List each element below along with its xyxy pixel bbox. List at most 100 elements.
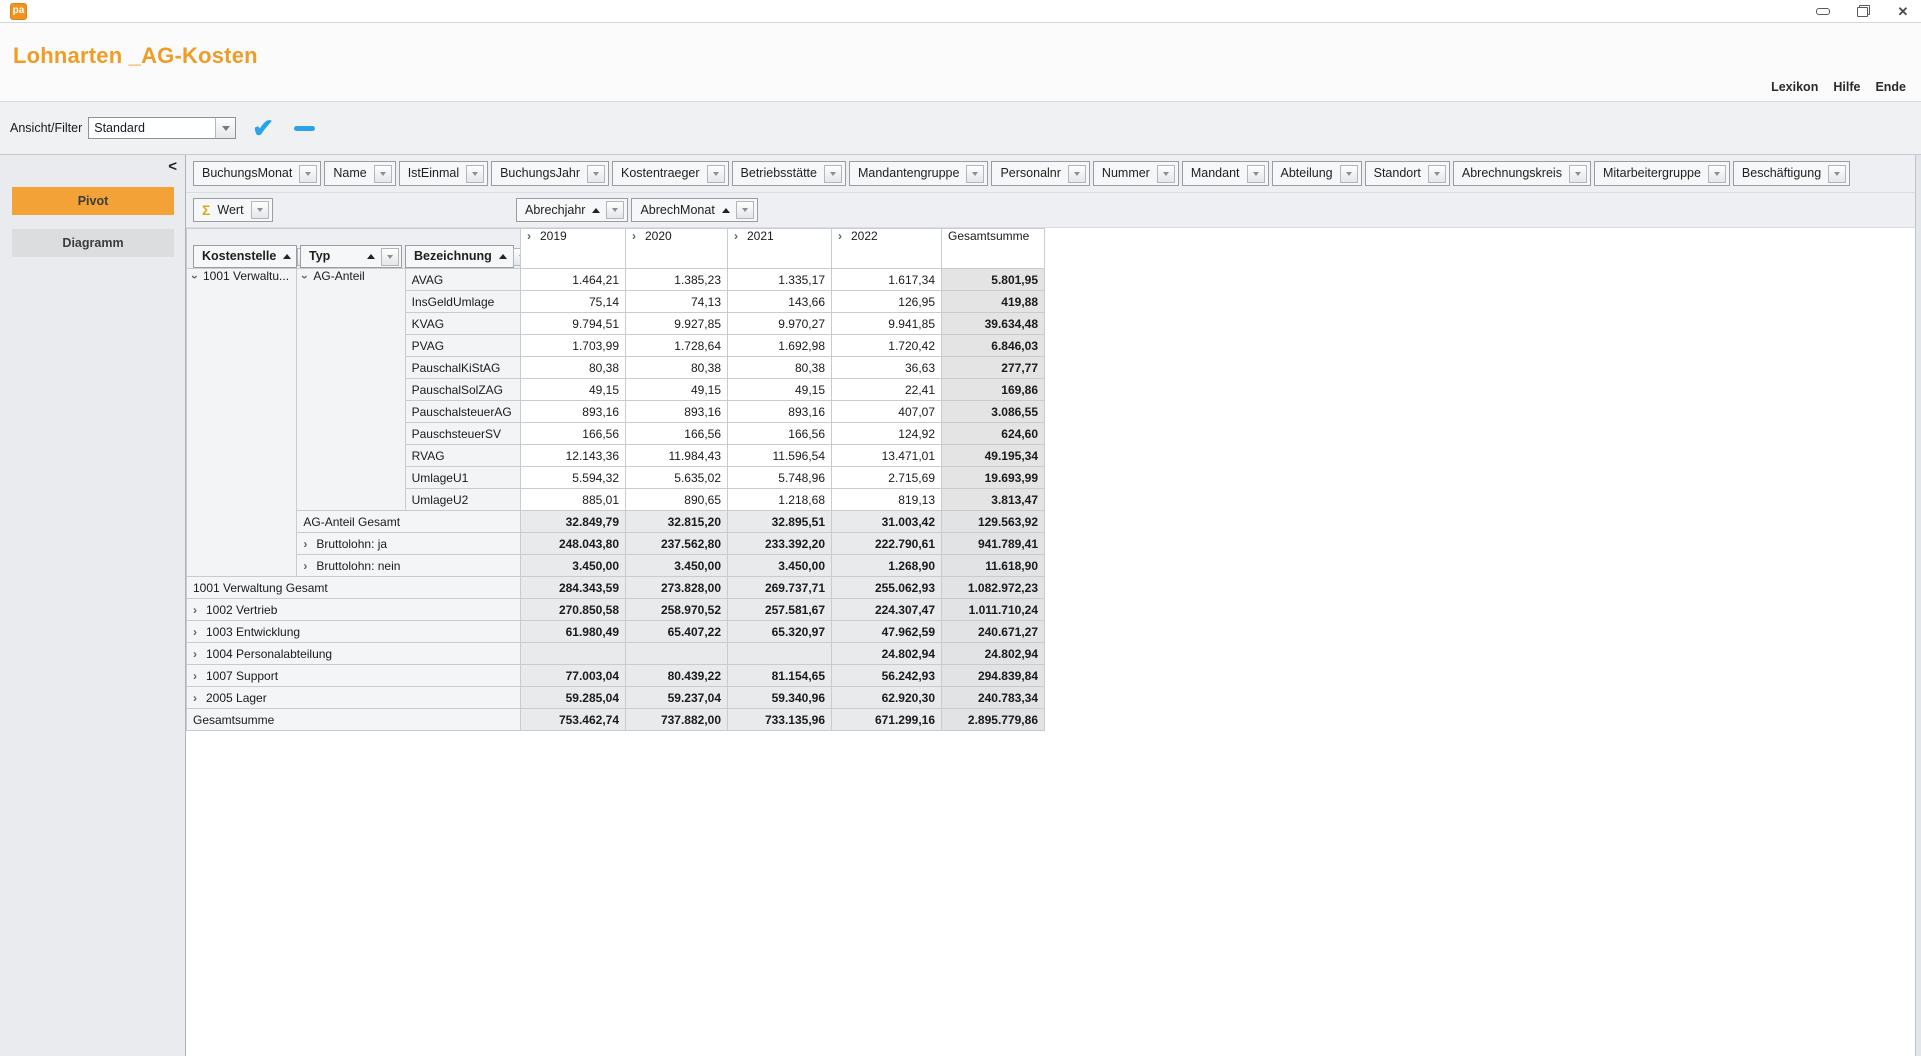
field-dropdown-icon[interactable]: [1569, 165, 1587, 183]
column-field-abrechjahr[interactable]: Abrechjahr: [516, 198, 628, 222]
filter-field-betriebsst-tte[interactable]: Betriebsstätte: [732, 161, 846, 186]
total-cell[interactable]: 624,60: [942, 423, 1045, 445]
value-cell[interactable]: 1.218,68: [728, 489, 832, 511]
row-label-cell[interactable]: PauschalsteuerAG: [405, 401, 520, 423]
summary-label-cell[interactable]: ›Bruttolohn: ja: [297, 533, 521, 555]
value-cell[interactable]: 284.343,59: [521, 577, 626, 599]
value-cell[interactable]: 11.596,54: [728, 445, 832, 467]
value-cell[interactable]: 49,15: [626, 379, 728, 401]
value-cell[interactable]: 1.728,64: [626, 335, 728, 357]
expand-chevron-icon[interactable]: ›: [193, 691, 197, 705]
value-cell[interactable]: 80.439,22: [626, 665, 728, 687]
restore-button[interactable]: [1855, 4, 1871, 18]
row-label-cell[interactable]: PVAG: [405, 335, 520, 357]
row-label-cell[interactable]: PauschalSolZAG: [405, 379, 520, 401]
value-cell[interactable]: 222.790,61: [832, 533, 942, 555]
value-cell[interactable]: 9.941,85: [832, 313, 942, 335]
lexikon-link[interactable]: Lexikon: [1771, 80, 1818, 94]
value-cell[interactable]: 143,66: [728, 291, 832, 313]
total-cell[interactable]: 129.563,92: [942, 511, 1045, 533]
expand-chevron-icon[interactable]: ›: [193, 647, 197, 661]
tab-diagramm[interactable]: Diagramm: [12, 229, 174, 257]
chevron-down-icon[interactable]: [215, 118, 235, 138]
expand-chevron-icon[interactable]: ›: [527, 229, 531, 243]
value-cell[interactable]: 270.850,58: [521, 599, 626, 621]
total-cell[interactable]: 6.846,03: [942, 335, 1045, 357]
value-cell[interactable]: 3.450,00: [521, 555, 626, 577]
value-cell[interactable]: 65.407,22: [626, 621, 728, 643]
value-cell[interactable]: 3.450,00: [626, 555, 728, 577]
filter-field-mandant[interactable]: Mandant: [1182, 161, 1269, 186]
value-cell[interactable]: 407,07: [832, 401, 942, 423]
value-cell[interactable]: 24.802,94: [832, 643, 942, 665]
summary-label-cell[interactable]: AG-Anteil Gesamt: [297, 511, 521, 533]
field-dropdown-icon[interactable]: [1828, 165, 1846, 183]
value-cell[interactable]: 12.143,36: [521, 445, 626, 467]
value-cell[interactable]: 1.385,23: [626, 269, 728, 291]
value-cell[interactable]: 1.617,34: [832, 269, 942, 291]
value-cell[interactable]: 65.320,97: [728, 621, 832, 643]
value-cell[interactable]: 233.392,20: [728, 533, 832, 555]
value-cell[interactable]: 893,16: [521, 401, 626, 423]
value-cell[interactable]: 248.043,80: [521, 533, 626, 555]
filter-field-mitarbeitergruppe[interactable]: Mitarbeitergruppe: [1594, 161, 1730, 186]
row-field-bezeichnung[interactable]: Bezeichnung: [405, 245, 514, 268]
row-label-cell[interactable]: RVAG: [405, 445, 520, 467]
summary-label-cell[interactable]: 1001 Verwaltung Gesamt: [187, 577, 521, 599]
filter-field-personalnr[interactable]: Personalnr: [991, 161, 1089, 186]
filter-field-mandantengruppe[interactable]: Mandantengruppe: [849, 161, 988, 186]
field-dropdown-icon[interactable]: [1068, 165, 1086, 183]
minimize-button[interactable]: [1815, 4, 1831, 18]
row-label-cell[interactable]: InsGeldUmlage: [405, 291, 520, 313]
filter-field-standort[interactable]: Standort: [1365, 161, 1450, 186]
value-cell[interactable]: 1.268,90: [832, 555, 942, 577]
value-cell[interactable]: 36,63: [832, 357, 942, 379]
value-cell[interactable]: 671.299,16: [832, 709, 942, 731]
column-field-abrechmonat[interactable]: AbrechMonat: [631, 198, 757, 222]
value-cell[interactable]: 893,16: [626, 401, 728, 423]
value-cell[interactable]: 80,38: [626, 357, 728, 379]
value-cell[interactable]: [521, 643, 626, 665]
filter-field-name[interactable]: Name: [324, 161, 395, 186]
value-cell[interactable]: 1.703,99: [521, 335, 626, 357]
row-label-cell[interactable]: AVAG: [405, 269, 520, 291]
summary-label-cell[interactable]: ›1002 Vertrieb: [187, 599, 521, 621]
value-cell[interactable]: 237.562,80: [626, 533, 728, 555]
value-cell[interactable]: 1.692,98: [728, 335, 832, 357]
row-field-kostenstelle[interactable]: Kostenstelle: [193, 245, 297, 268]
hilfe-link[interactable]: Hilfe: [1833, 80, 1860, 94]
value-cell[interactable]: 5.748,96: [728, 467, 832, 489]
field-dropdown-icon[interactable]: [606, 201, 624, 219]
value-cell[interactable]: [626, 643, 728, 665]
row-label-cell[interactable]: UmlageU1: [405, 467, 520, 489]
total-cell[interactable]: 19.693,99: [942, 467, 1045, 489]
group-cell-kostenstelle[interactable]: ›1001 Verwaltu...: [187, 269, 297, 577]
value-cell[interactable]: 224.307,47: [832, 599, 942, 621]
value-cell[interactable]: 80,38: [728, 357, 832, 379]
value-cell[interactable]: 257.581,67: [728, 599, 832, 621]
total-cell[interactable]: 2.895.779,86: [942, 709, 1045, 731]
value-cell[interactable]: 49,15: [728, 379, 832, 401]
value-cell[interactable]: 819,13: [832, 489, 942, 511]
field-dropdown-icon[interactable]: [513, 248, 521, 266]
total-cell[interactable]: 941.789,41: [942, 533, 1045, 555]
total-cell[interactable]: 240.671,27: [942, 621, 1045, 643]
value-cell[interactable]: 3.450,00: [728, 555, 832, 577]
total-cell[interactable]: 11.618,90: [942, 555, 1045, 577]
value-cell[interactable]: 59.285,04: [521, 687, 626, 709]
value-cell[interactable]: 32.849,79: [521, 511, 626, 533]
value-cell[interactable]: 1.720,42: [832, 335, 942, 357]
value-cell[interactable]: 62.920,30: [832, 687, 942, 709]
value-cell[interactable]: 32.815,20: [626, 511, 728, 533]
field-dropdown-icon[interactable]: [1708, 165, 1726, 183]
value-cell[interactable]: 61.980,49: [521, 621, 626, 643]
expand-chevron-icon[interactable]: ›: [734, 229, 738, 243]
remove-minus-icon[interactable]: [294, 126, 315, 131]
ende-link[interactable]: Ende: [1875, 80, 1906, 94]
value-cell[interactable]: 166,56: [728, 423, 832, 445]
field-dropdown-icon[interactable]: [1340, 165, 1358, 183]
field-dropdown-icon[interactable]: [966, 165, 984, 183]
row-label-cell[interactable]: UmlageU2: [405, 489, 520, 511]
column-header-2022[interactable]: ›2022: [832, 229, 942, 269]
row-label-cell[interactable]: PauschalKiStAG: [405, 357, 520, 379]
